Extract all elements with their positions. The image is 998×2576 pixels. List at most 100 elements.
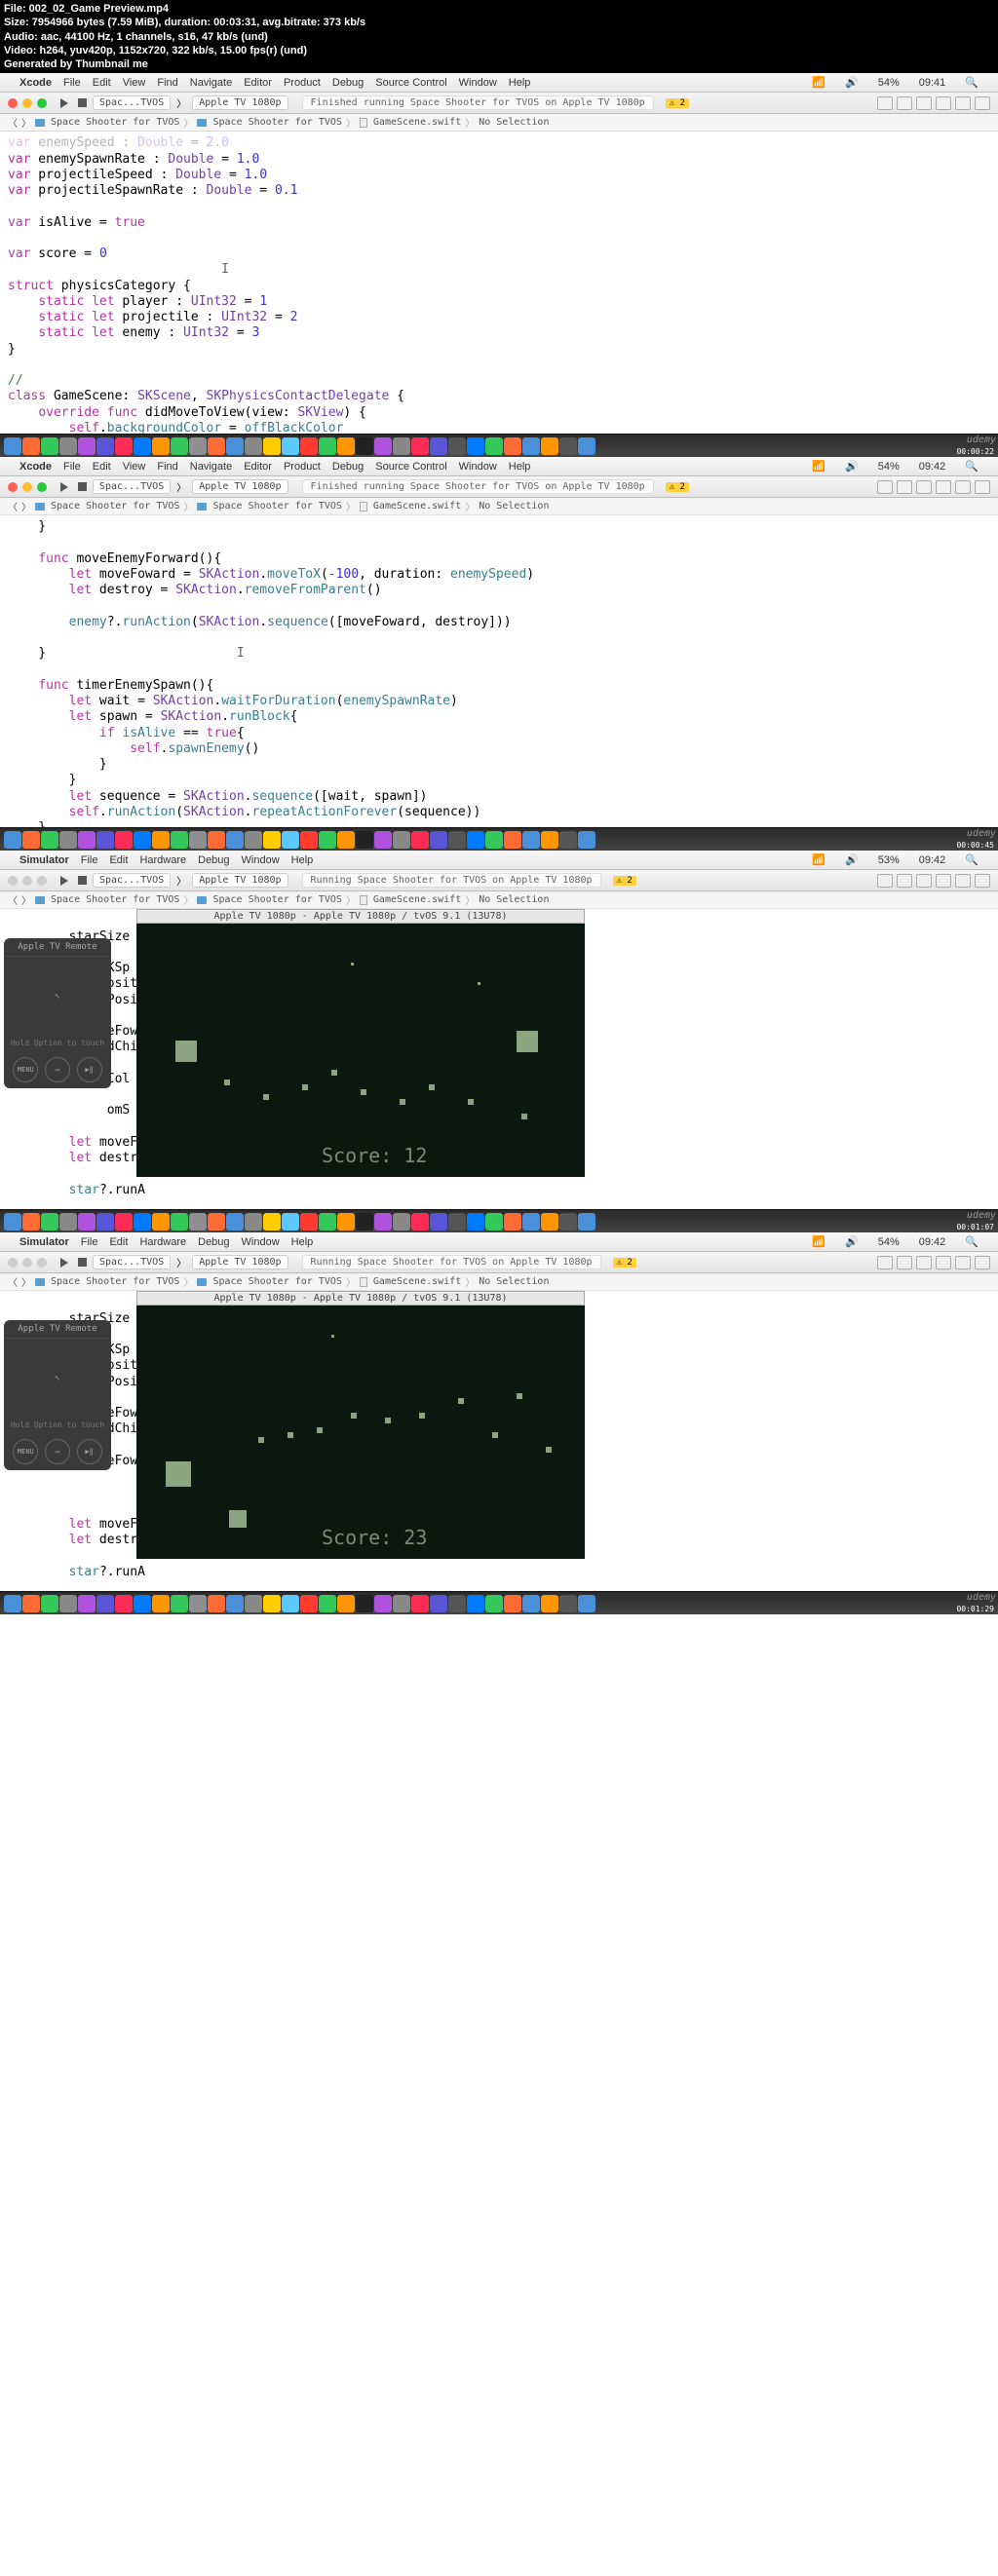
code-editor-1[interactable]: var enemySpeed : Double = 2.0 var enemyS… — [0, 132, 998, 434]
warning-badge[interactable]: ⚠ 2 — [613, 1258, 636, 1268]
dock-app-icon[interactable] — [282, 1213, 299, 1231]
app-name[interactable]: Simulator — [19, 1236, 69, 1248]
bc-folder[interactable]: Space Shooter for TVOS — [212, 1276, 341, 1287]
warning-badge[interactable]: ⚠ 2 — [666, 98, 689, 108]
dock-app-icon[interactable] — [300, 1595, 318, 1612]
dock-app-icon[interactable] — [467, 1595, 484, 1612]
dock-app-icon[interactable] — [541, 1213, 558, 1231]
apple-tv-remote[interactable]: Apple TV Remote ↖ Hold Option to touch M… — [4, 938, 111, 1088]
dock-app-icon[interactable] — [430, 1595, 447, 1612]
dock-app-icon[interactable] — [522, 437, 540, 455]
dock-app-icon[interactable] — [337, 831, 355, 849]
scheme-device[interactable]: Apple TV 1080p — [192, 479, 288, 494]
nav-fwd-icon[interactable]: 〉 — [21, 1274, 31, 1289]
sim-titlebar[interactable]: Apple TV 1080p - Apple TV 1080p / tvOS 9… — [136, 909, 585, 924]
window-controls[interactable] — [8, 1258, 47, 1268]
dock-app-icon[interactable] — [263, 1213, 281, 1231]
zoom-icon[interactable] — [37, 98, 47, 108]
dock-app-icon[interactable] — [245, 1213, 262, 1231]
dock-app-icon[interactable] — [96, 1213, 114, 1231]
dock-app-icon[interactable] — [152, 1213, 170, 1231]
remote-touchpad[interactable]: ↖ — [4, 957, 111, 1035]
dock-app-icon[interactable] — [59, 831, 77, 849]
menu-debug[interactable]: Debug — [198, 1236, 229, 1248]
stop-button[interactable] — [78, 876, 87, 885]
bc-project[interactable]: Space Shooter for TVOS — [51, 501, 179, 511]
dock-app-icon[interactable] — [41, 831, 58, 849]
dock-app-icon[interactable] — [115, 1595, 133, 1612]
remote-play-button[interactable]: ▶‖ — [77, 1057, 102, 1082]
dock-app-icon[interactable] — [467, 831, 484, 849]
dock-app-icon[interactable] — [245, 1595, 262, 1612]
breadcrumb-bar-4[interactable]: 〈 〉 Space Shooter for TVOS〉 Space Shoote… — [0, 1273, 998, 1291]
scheme-target[interactable]: Spac...TVOS — [93, 95, 171, 110]
wifi-icon[interactable]: 📶 — [812, 76, 825, 89]
dock-app-icon[interactable] — [245, 831, 262, 849]
dock-app-icon[interactable] — [522, 1213, 540, 1231]
bc-selection[interactable]: No Selection — [479, 1276, 549, 1287]
dock-app-icon[interactable] — [134, 437, 151, 455]
remote-tv-button[interactable]: ▭ — [45, 1057, 70, 1082]
sim-game-view[interactable]: Score: 12 — [136, 924, 585, 1177]
stop-button[interactable] — [78, 1258, 87, 1267]
menu-edit[interactable]: Edit — [109, 1236, 128, 1248]
dock-app-icon[interactable] — [226, 1213, 244, 1231]
dock-app-icon[interactable] — [208, 831, 225, 849]
menu-product[interactable]: Product — [284, 77, 321, 89]
search-icon[interactable]: 🔍 — [965, 460, 979, 473]
apple-tv-remote[interactable]: Apple TV Remote ↖ Hold Option to touch M… — [4, 1320, 111, 1470]
volume-icon[interactable]: 🔊 — [845, 1235, 859, 1248]
dock-app-icon[interactable] — [319, 1213, 336, 1231]
dock-app-icon[interactable] — [559, 1595, 577, 1612]
battery-pct[interactable]: 54% — [878, 461, 900, 473]
dock-app-icon[interactable] — [208, 437, 225, 455]
menubar-1[interactable]: Xcode File Edit View Find Navigate Edito… — [0, 73, 998, 93]
dock-app-icon[interactable] — [356, 831, 373, 849]
battery-pct[interactable]: 53% — [878, 854, 900, 866]
volume-icon[interactable]: 🔊 — [845, 853, 859, 866]
menu-window[interactable]: Window — [242, 854, 280, 866]
dock-app-icon[interactable] — [337, 1595, 355, 1612]
dock-app-icon[interactable] — [467, 1213, 484, 1231]
dock-app-icon[interactable] — [356, 1213, 373, 1231]
dock-app-icon[interactable] — [467, 437, 484, 455]
dock-app-icon[interactable] — [411, 831, 429, 849]
app-name[interactable]: Simulator — [19, 854, 69, 866]
menu-window[interactable]: Window — [459, 77, 497, 89]
close-icon[interactable] — [8, 98, 18, 108]
dock-app-icon[interactable] — [504, 1595, 521, 1612]
dock-app-icon[interactable] — [78, 1213, 96, 1231]
dock-app-icon[interactable] — [393, 831, 410, 849]
dock-app-icon[interactable] — [300, 831, 318, 849]
dock-app-icon[interactable] — [356, 1595, 373, 1612]
menu-help[interactable]: Help — [509, 461, 531, 473]
dock-app-icon[interactable] — [59, 1595, 77, 1612]
dock-app-icon[interactable] — [134, 1595, 151, 1612]
remote-play-button[interactable]: ▶‖ — [77, 1439, 102, 1464]
volume-icon[interactable]: 🔊 — [845, 76, 859, 89]
menu-source[interactable]: Source Control — [375, 461, 446, 473]
dock-app-icon[interactable] — [430, 831, 447, 849]
code-editor-2[interactable]: } func moveEnemyForward(){ let moveFowar… — [0, 515, 998, 827]
wifi-icon[interactable]: 📶 — [812, 1235, 825, 1248]
dock-app-icon[interactable] — [319, 1595, 336, 1612]
window-controls[interactable] — [8, 482, 47, 492]
menu-file[interactable]: File — [81, 854, 98, 866]
dock-app-icon[interactable] — [559, 831, 577, 849]
dock-app-icon[interactable] — [578, 1595, 595, 1612]
minimize-icon[interactable] — [22, 876, 32, 886]
menu-find[interactable]: Find — [157, 77, 177, 89]
dock-app-icon[interactable] — [171, 831, 188, 849]
menu-product[interactable]: Product — [284, 461, 321, 473]
simulator-window[interactable]: Apple TV 1080p - Apple TV 1080p / tvOS 9… — [136, 1291, 585, 1559]
menu-window[interactable]: Window — [459, 461, 497, 473]
dock-app-icon[interactable] — [559, 1213, 577, 1231]
close-icon[interactable] — [8, 482, 18, 492]
close-icon[interactable] — [8, 876, 18, 886]
dock-app-icon[interactable] — [245, 437, 262, 455]
dock-app-icon[interactable] — [189, 437, 207, 455]
scheme-device[interactable]: Apple TV 1080p — [192, 95, 288, 110]
scheme-target[interactable]: Spac...TVOS — [93, 479, 171, 494]
dock-app-icon[interactable] — [559, 437, 577, 455]
menu-file[interactable]: File — [63, 461, 81, 473]
